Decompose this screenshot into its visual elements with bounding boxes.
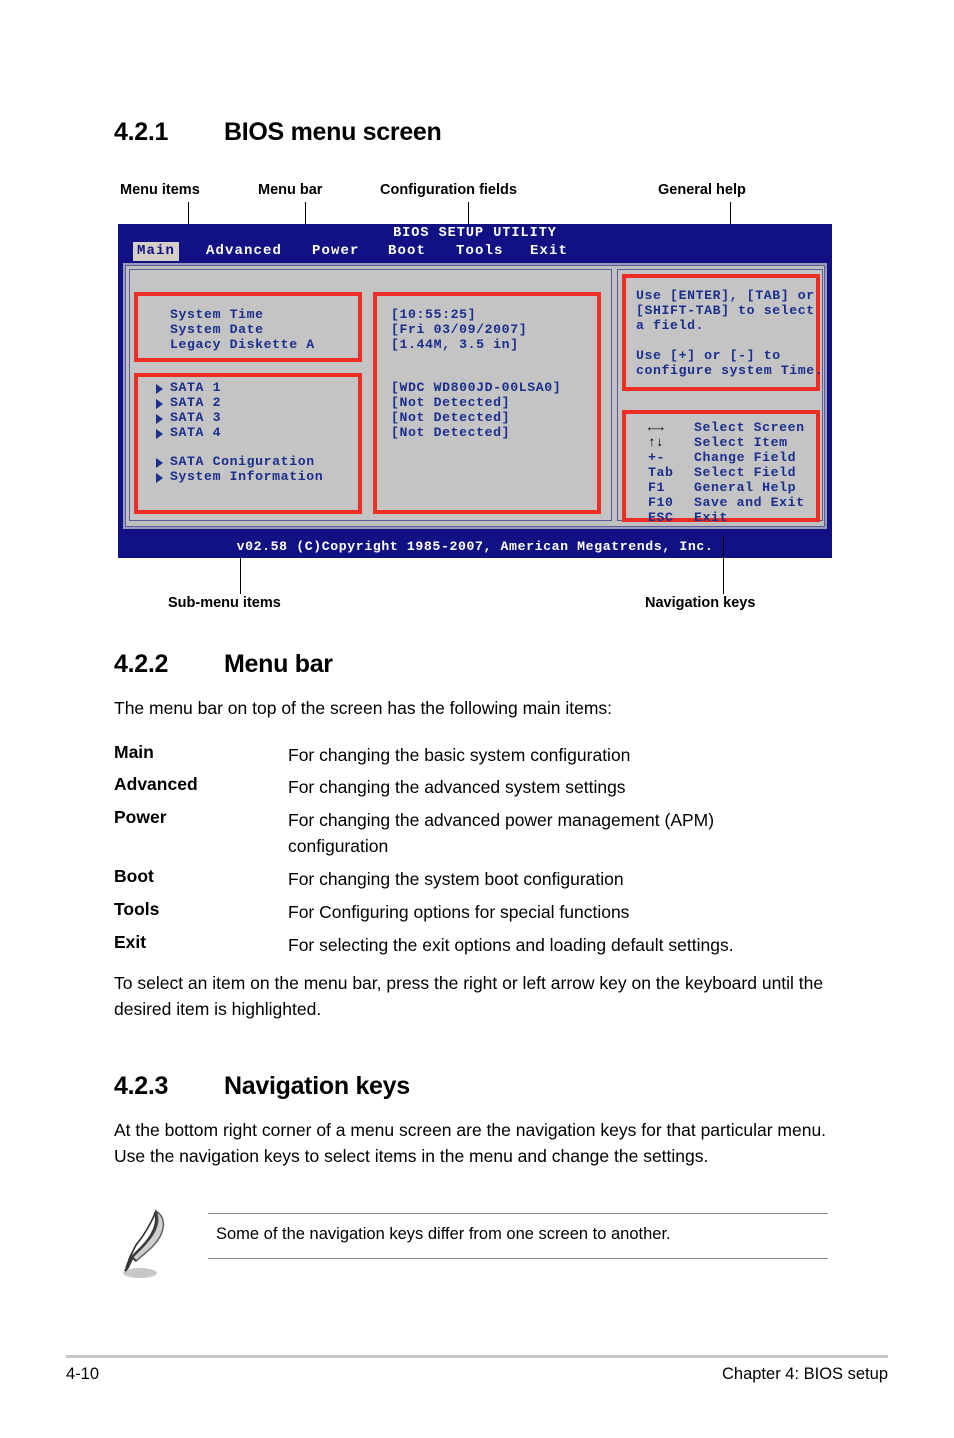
callout-configuration-fields: Configuration fields [380,182,517,198]
callout-menu-bar: Menu bar [258,182,323,198]
menu-term-power: Power [114,807,167,827]
callout-menu-items: Menu items [120,182,200,198]
bios-navkey-action-select-screen: Select Screen [694,420,805,435]
bios-general-help-line-6: configure system Time. [636,363,824,378]
submenu-arrow-icon-sata-3 [156,414,163,424]
navigation-keys-body: At the bottom right corner of a menu scr… [114,1120,827,1166]
bios-navkey-action-select-item: Select Item [694,435,788,450]
bios-general-help-line-3: a field. [636,318,705,333]
bios-navkey-action-exit: Exit [694,510,729,525]
bios-config-sata-3[interactable]: [Not Detected] [391,410,510,425]
bios-config-sata-4[interactable]: [Not Detected] [391,425,510,440]
bios-menu-bar: Main Advanced Power Boot Tools Exit [118,242,832,261]
footer-rule [66,1355,888,1358]
bios-navkey-key-tab: Tab [648,465,674,480]
menu-def-boot: For changing the system boot configurati… [288,869,624,889]
submenu-arrow-icon-sata-configuration [156,458,163,468]
menu-term-exit: Exit [114,932,147,952]
leader-navigation-keys [723,537,724,594]
submenu-arrow-icon-system-information [156,473,163,483]
bios-copyright-footer: v02.58 (C)Copyright 1985-2007, American … [236,539,714,554]
bios-menu-item-legacy-diskette-a[interactable]: Legacy Diskette A [170,337,315,352]
bios-right-pane: Use [ENTER], [TAB] or [SHIFT-TAB] to sel… [617,269,824,525]
callout-sub-menu-items: Sub-menu items [168,595,281,611]
menu-term-boot: Boot [114,866,154,886]
menu-term-tools: Tools [114,899,160,919]
menu-def-tools: For Configuring options for special func… [288,902,630,922]
bios-navkey-key-f10: F10 [648,495,674,510]
section-number-422: 4.2.2 [114,650,169,678]
bios-config-system-date[interactable]: [Fri 03/09/2007] [391,322,527,337]
bios-general-help-line-1: Use [ENTER], [TAB] or [636,288,815,303]
bios-submenu-sata-4[interactable]: SATA 4 [170,425,221,440]
bios-navkey-action-change-field: Change Field [694,450,797,465]
note-pencil-icon [123,1208,165,1278]
bios-submenu-sata-1[interactable]: SATA 1 [170,380,221,395]
section-title-421: BIOS menu screen [224,118,442,146]
bios-title: BIOS SETUP UTILITY [393,226,557,241]
bios-menu-tab-tools[interactable]: Tools [452,242,508,261]
note-text: Some of the navigation keys differ from … [216,1225,671,1243]
bios-navkey-action-select-field: Select Field [694,465,797,480]
section-title-422: Menu bar [224,650,333,678]
bios-submenu-sata-configuration[interactable]: SATA Coniguration [170,454,315,469]
bios-submenu-sata-2[interactable]: SATA 2 [170,395,221,410]
bios-navkey-action-general-help: General Help [694,480,797,495]
bios-navkey-glyph-left-right-arrow-icon: ←→ [648,420,664,435]
section-number-423: 4.2.3 [114,1072,169,1100]
bios-menu-tab-power[interactable]: Power [308,242,364,261]
leader-sub-menu-items [240,558,241,594]
menu-bar-outro: To select an item on the menu bar, press… [114,973,824,1019]
bios-navkey-action-save-and-exit: Save and Exit [694,495,805,510]
section-heading-423: 4.2.3 Navigation keys [114,1072,410,1101]
menu-def-power: For changing the advanced power manageme… [288,810,715,856]
bios-config-sata-2[interactable]: [Not Detected] [391,395,510,410]
bios-menu-tab-main[interactable]: Main [133,242,180,261]
bios-navkey-key-f1: F1 [648,480,666,495]
footer-page-number: 4-10 [66,1365,100,1383]
section-number-421: 4.2.1 [114,118,169,146]
menu-def-advanced: For changing the advanced system setting… [288,777,626,797]
menu-def-exit: For selecting the exit options and loadi… [288,935,734,955]
note-box: Some of the navigation keys differ from … [208,1213,828,1259]
bios-menu-tab-exit[interactable]: Exit [526,242,572,261]
bios-menu-tab-boot[interactable]: Boot [384,242,430,261]
bios-general-help-line-2: [SHIFT-TAB] to select [636,303,815,318]
menu-def-main: For changing the basic system configurat… [288,745,631,765]
callout-navigation-keys: Navigation keys [645,595,756,611]
submenu-arrow-icon-sata-4 [156,429,163,439]
submenu-arrow-icon-sata-1 [156,384,163,394]
bios-setup-screen: BIOS SETUP UTILITY Main Advanced Power B… [118,224,832,558]
bios-navkey-key-esc: ESC [648,510,674,525]
menu-term-advanced: Advanced [114,774,198,794]
bios-menu-item-system-date[interactable]: System Date [170,322,264,337]
submenu-arrow-icon-sata-2 [156,399,163,409]
section-title-423: Navigation keys [224,1072,410,1100]
section-heading-422: 4.2.2 Menu bar [114,650,333,679]
bios-config-sata-1[interactable]: [WDC WD800JD-00LSA0] [391,380,561,395]
menu-bar-intro: The menu bar on top of the screen has th… [114,698,613,718]
footer-chapter-label: Chapter 4: BIOS setup [721,1365,888,1383]
bios-left-pane: System Time System Date Legacy Diskette … [129,269,612,521]
bios-submenu-system-information[interactable]: System Information [170,469,323,484]
bios-general-help-line-5: Use [+] or [-] to [636,348,781,363]
bios-navkey-glyph-up-down-arrow-icon: ↑↓ [648,435,664,450]
bios-config-system-time[interactable]: [10:55:25] [391,307,476,322]
bios-submenu-sata-3[interactable]: SATA 3 [170,410,221,425]
callout-general-help: General help [658,182,746,198]
bios-navkey-key-plus-minus: +- [648,450,666,465]
section-heading-421: 4.2.1 BIOS menu screen [114,118,442,147]
menu-term-main: Main [114,742,154,762]
bios-config-legacy-diskette-a[interactable]: [1.44M, 3.5 in] [391,337,519,352]
bios-menu-tab-advanced[interactable]: Advanced [202,242,286,261]
bios-menu-item-system-time[interactable]: System Time [170,307,264,322]
bios-body: System Time System Date Legacy Diskette … [123,263,827,529]
annotation-box-sub-menu-items [134,373,362,514]
